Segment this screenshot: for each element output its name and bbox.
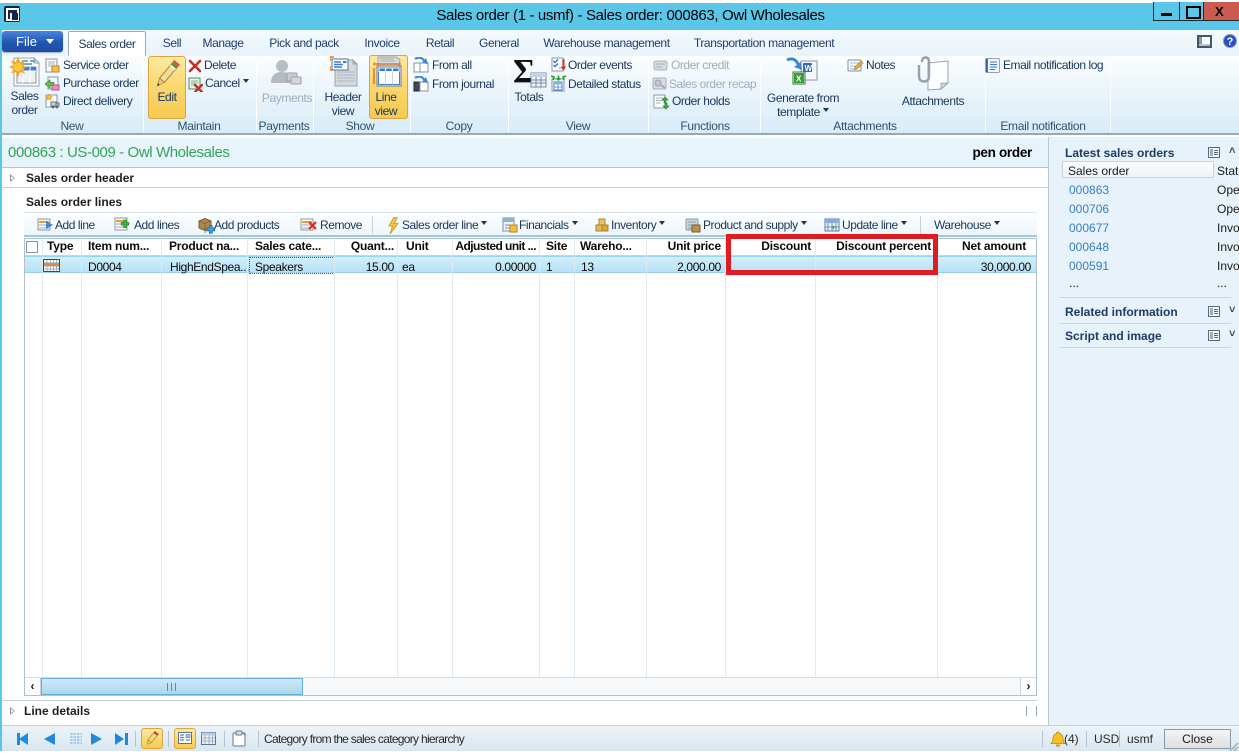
svg-text:W: W [805,64,813,73]
svg-text:X: X [796,75,802,84]
